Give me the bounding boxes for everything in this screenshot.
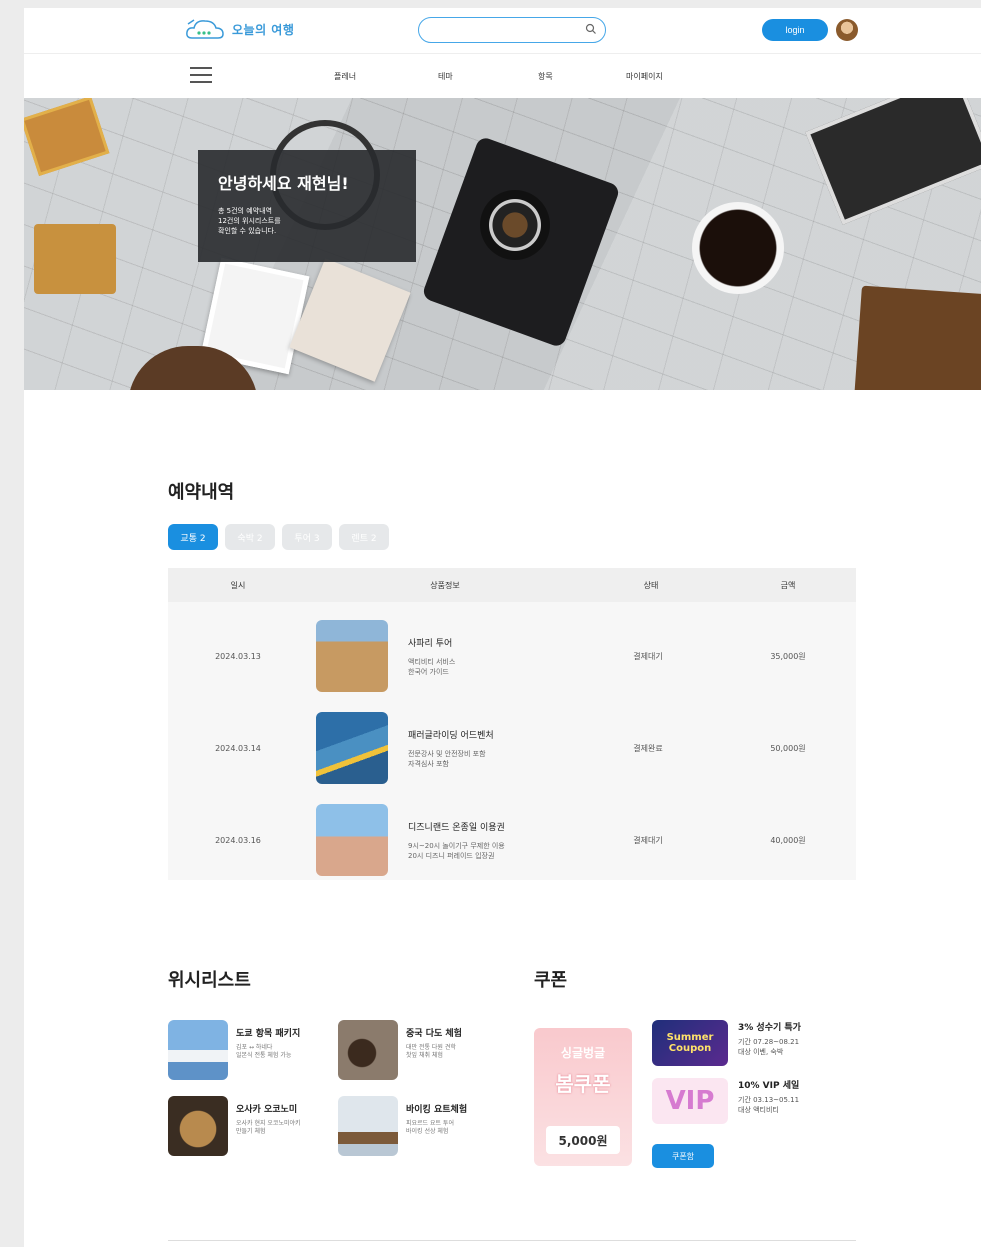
row-desc: 전문강사 및 안전장비 포함 자격심사 포함 [408,749,486,768]
viking-ship-image [338,1096,398,1156]
login-button[interactable]: login [762,19,828,41]
coupon-item-period: 기간 07.28~08.21 [738,1038,800,1046]
wish-desc: 대만 전통 다원 견학 찻잎 채취 체험 [406,1044,456,1059]
greeting-title: 안녕하세요 재현님! [218,174,349,193]
box-decoration [34,224,116,294]
reservation-tabs: 교통 2 숙박 2 투어 3 렌트 2 [168,524,389,550]
search-input[interactable] [418,17,606,43]
wish-title: 도쿄 항목 패키지 [236,1029,301,1039]
coupon-item-title: 10% VIP 세일 [738,1081,800,1091]
row-price: 35,000원 [770,651,806,661]
table-row[interactable]: 2024.03.13 사파리 투어 액티비티 서비스 한국어 가이드 결제대기 … [168,610,856,702]
castle-image [316,804,388,876]
avatar[interactable] [836,19,858,41]
summer-coupon-image: Summer Coupon [652,1020,728,1066]
wish-title: 중국 다도 체험 [406,1029,462,1039]
row-title: 디즈니랜드 온종일 이용권 [408,822,505,833]
row-status: 결제대기 [633,835,663,845]
row-desc: 액티비티 서비스 한국어 가이드 [408,657,456,676]
wishlist-item[interactable]: 바이킹 요트체험 피요르드 요트 투어 바이킹 선상 체험 [338,1096,467,1156]
column-status: 상태 [643,580,659,590]
tab-transport[interactable]: 교통 2 [168,524,218,550]
wish-title: 오사카 오코노미 [236,1105,298,1115]
column-date: 일시 [230,580,246,590]
top-bar: 오늘의 여행 login [24,8,981,54]
row-desc: 9시~20시 놀이기구 무제한 이용 20시 디즈니 퍼레이드 입장권 [408,841,505,860]
row-price: 50,000원 [770,743,806,753]
coupon-item-target: 대상 액티비티 [738,1106,779,1114]
okonomiyaki-image [168,1096,228,1156]
paragliding-image [316,712,388,784]
column-product: 상품정보 [430,580,460,590]
row-date: 2024.03.14 [215,743,261,753]
greeting-box: 안녕하세요 재현님! 총 5건의 예약내역 12건의 위시리스트를 확인할 수 … [198,150,416,262]
row-price: 40,000원 [770,835,806,845]
coupon-item-target: 대상 이벤, 숙박 [738,1048,784,1056]
tokyo-image [168,1020,228,1080]
search-icon[interactable] [585,23,597,35]
row-title: 패러글라이딩 어드벤처 [408,730,494,741]
coupon-card-head: 싱글벙글 [560,1046,606,1060]
wishlist-title: 위시리스트 [168,970,251,991]
wishlist-item[interactable]: 오사카 오코노미 오사카 현지 오코노미야키 만들기 체험 [168,1096,301,1156]
wish-title: 바이킹 요트체험 [406,1105,468,1115]
logo[interactable]: 오늘의 여행 [184,16,294,42]
reservation-table: 일시 상품정보 상태 금액 2024.03.13 사파리 투어 액티비티 서비스… [168,568,856,880]
row-title: 사파리 투어 [408,638,453,649]
coupon-item-title: 3% 성수기 특가 [738,1023,801,1033]
wish-desc: 오사카 현지 오코노미야키 만들기 체험 [236,1120,301,1135]
page: 오늘의 여행 login 플레너 테마 항목 마이페이지 안녕하세요 재현님! … [24,8,981,1247]
tab-tour[interactable]: 투어 3 [282,524,332,550]
column-price: 금액 [780,580,796,590]
coffee-cup-decoration [692,202,784,294]
tab-lodging[interactable]: 숙박 2 [225,524,275,550]
vip-coupon-image: VIP [652,1078,728,1124]
tea-image [338,1020,398,1080]
notebook-decoration [854,285,981,390]
nav-item-mypage[interactable]: 마이페이지 [626,71,663,82]
coupon-item[interactable]: Summer Coupon 3% 성수기 특가 기간 07.28~08.21 대… [652,1020,801,1066]
table-header: 일시 상품정보 상태 금액 [168,568,856,602]
coupon-card-amount: 5,000원 [546,1126,620,1154]
nav-item-theme[interactable]: 테마 [438,71,453,82]
row-status: 결제완료 [633,743,663,753]
nav-item-planner[interactable]: 플레너 [334,71,356,82]
safari-image [316,620,388,692]
menu-icon[interactable] [190,67,212,85]
camera-lens-decoration [480,190,550,260]
coupon-card-title: 봄쿠폰 [555,1072,611,1096]
row-status: 결제대기 [633,651,663,661]
coupon-item-period: 기간 03.13~05.11 [738,1096,800,1104]
main-nav: 플레너 테마 항목 마이페이지 [24,54,981,98]
spring-coupon-card[interactable]: 싱글벙글 봄쿠폰 5,000원 [534,1028,632,1166]
nav-item-category[interactable]: 항목 [538,71,553,82]
table-row[interactable]: 2024.03.16 디즈니랜드 온종일 이용권 9시~20시 놀이기구 무제한… [168,794,856,886]
wish-desc: 피요르드 요트 투어 바이킹 선상 체험 [406,1120,454,1135]
cloud-logo-icon [186,19,224,39]
divider [168,1240,856,1241]
logo-text: 오늘의 여행 [232,22,295,37]
wishlist-item[interactable]: 도쿄 항목 패키지 김포 ↔ 하네다 일본식 전통 체험 가능 [168,1020,300,1080]
reservation-title: 예약내역 [168,482,235,503]
row-date: 2024.03.13 [215,651,261,661]
table-row[interactable]: 2024.03.14 패러글라이딩 어드벤처 전문강사 및 안전장비 포함 자격… [168,702,856,794]
wishlist-item[interactable]: 중국 다도 체험 대만 전통 다원 견학 찻잎 채취 체험 [338,1020,462,1080]
wish-desc: 김포 ↔ 하네다 일본식 전통 체험 가능 [236,1044,292,1059]
coupon-item[interactable]: VIP 10% VIP 세일 기간 03.13~05.11 대상 액티비티 [652,1078,799,1124]
hero-banner: 안녕하세요 재현님! 총 5건의 예약내역 12건의 위시리스트를 확인할 수 … [24,98,981,390]
tab-rent[interactable]: 렌트 2 [339,524,389,550]
row-date: 2024.03.16 [215,835,261,845]
matchbox-decoration [24,98,110,176]
greeting-subtitle: 총 5건의 예약내역 12건의 위시리스트를 확인할 수 있습니다. [218,207,281,235]
instant-camera-decoration [805,98,981,225]
coupon-title: 쿠폰 [534,970,568,991]
coupon-box-button[interactable]: 쿠폰함 [652,1144,714,1168]
